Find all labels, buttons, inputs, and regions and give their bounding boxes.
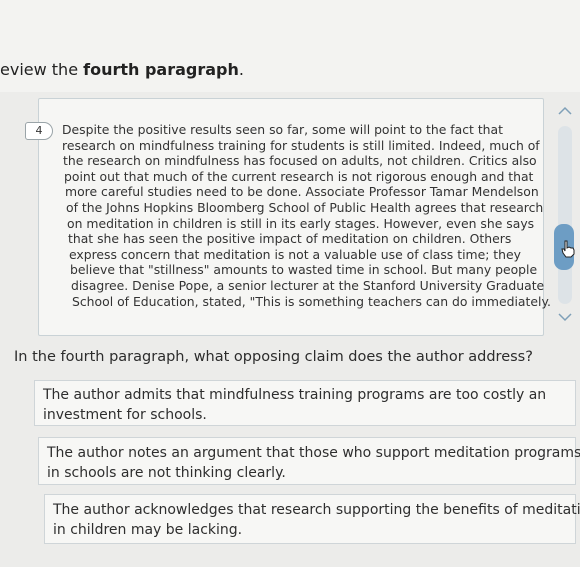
paragraph-number-badge: 4 bbox=[25, 122, 53, 140]
option-line: The author notes an argument that those … bbox=[47, 445, 580, 461]
passage-line: believe that "stillness" amounts to wast… bbox=[70, 262, 538, 278]
chevron-down-icon[interactable] bbox=[557, 312, 573, 326]
instruction-text: eview the fourth paragraph. bbox=[0, 60, 244, 79]
passage-line: of the Johns Hopkins Bloomberg School of… bbox=[66, 199, 544, 215]
passage-line: on meditation in children is still in it… bbox=[67, 215, 535, 231]
option-line: in schools are not thinking clearly. bbox=[47, 465, 286, 481]
option-line: The author admits that mindfulness train… bbox=[43, 387, 547, 403]
passage-line: disagree. Denise Pope, a senior lecturer… bbox=[71, 277, 545, 293]
passage-text: Despite the positive results seen so far… bbox=[62, 122, 551, 309]
hand-cursor-icon bbox=[560, 240, 576, 258]
passage-line: Despite the positive results seen so far… bbox=[62, 122, 503, 137]
answer-option-3[interactable]: The author acknowledges that research su… bbox=[44, 494, 580, 544]
passage-line: that she has seen the positive impact of… bbox=[68, 231, 512, 247]
answer-option-1[interactable]: The author admits that mindfulness train… bbox=[34, 380, 576, 426]
answer-option-2[interactable]: The author notes an argument that those … bbox=[38, 437, 580, 485]
passage-line: the research on mindfulness has focused … bbox=[63, 153, 537, 169]
passage-line: express concern that meditation is not a… bbox=[69, 246, 521, 262]
option-line: investment for schools. bbox=[43, 407, 207, 423]
passage-line: research on mindfulness training for stu… bbox=[62, 137, 540, 153]
instruction-emphasis: fourth paragraph bbox=[83, 60, 239, 79]
option-line: in children may be lacking. bbox=[53, 522, 243, 538]
scrollbar-track[interactable] bbox=[558, 126, 572, 304]
chevron-up-icon[interactable] bbox=[557, 106, 573, 120]
passage-line: School of Education, stated, "This is so… bbox=[72, 293, 551, 309]
passage-line: point out that much of the current resea… bbox=[64, 168, 534, 184]
passage-line: more careful studies need to be done. As… bbox=[65, 184, 539, 200]
question-prompt: In the fourth paragraph, what opposing c… bbox=[14, 349, 533, 365]
option-line: The author acknowledges that research su… bbox=[53, 502, 580, 518]
